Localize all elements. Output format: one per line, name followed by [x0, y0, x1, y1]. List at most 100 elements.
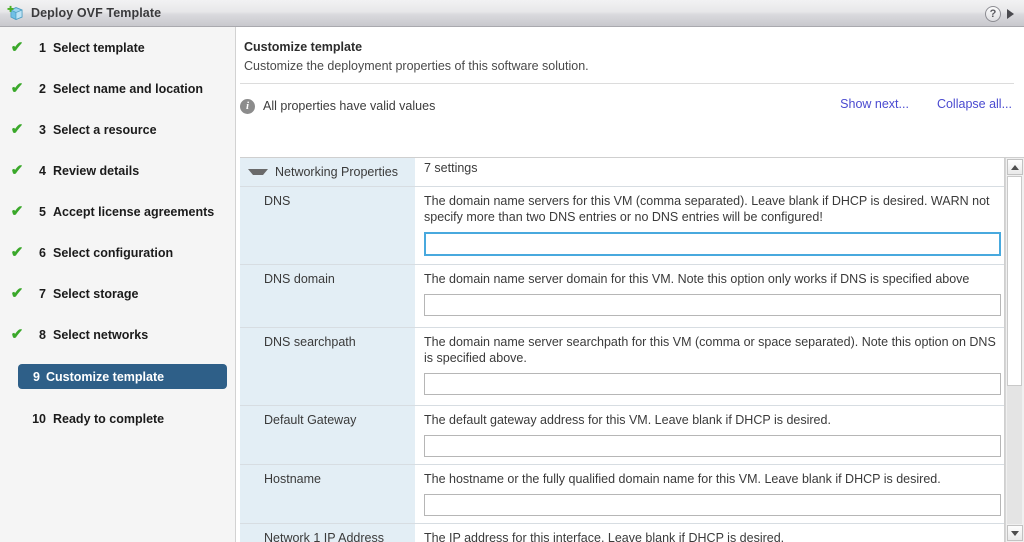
step-number: 8 [39, 327, 46, 342]
status-row: i All properties have valid values Show … [236, 97, 1024, 115]
step-number: 9 [33, 369, 40, 384]
hostname-input[interactable] [424, 494, 1001, 516]
check-icon: ✔ [10, 162, 24, 179]
property-label: Hostname [264, 472, 321, 486]
step-label: Select template [53, 40, 145, 55]
collapse-all-link[interactable]: Collapse all... [937, 97, 1012, 111]
property-row-dns-searchpath: DNS searchpath The domain name server se… [240, 328, 1004, 406]
wizard-steps-sidebar: ✔ 1 Select template ✔ 2 Select name and … [0, 27, 236, 542]
property-value-cell: The domain name server searchpath for th… [416, 328, 1004, 405]
ovf-package-icon [7, 5, 24, 22]
property-description: The default gateway address for this VM.… [424, 413, 831, 427]
chevron-down-icon[interactable] [248, 169, 268, 175]
property-value-cell: The IP address for this interface. Leave… [416, 524, 1004, 542]
chevron-right-icon[interactable] [1007, 8, 1014, 19]
step-number: 2 [39, 81, 46, 96]
step-label: Review details [53, 163, 140, 178]
property-value-cell: The domain name server domain for this V… [416, 265, 1004, 327]
property-label-cell: Network 1 IP Address [240, 524, 416, 542]
window-titlebar: Deploy OVF Template ? [0, 0, 1024, 27]
property-description: The hostname or the fully qualified doma… [424, 472, 941, 486]
sidebar-step-5[interactable]: ✔ 5 Accept license agreements [4, 200, 227, 223]
header-links: Show next... Collapse all... [840, 97, 1012, 111]
step-number: 1 [39, 40, 46, 55]
property-description: The domain name server domain for this V… [424, 272, 970, 286]
triangle-up-icon [1011, 164, 1019, 170]
step-number: 3 [39, 122, 46, 137]
step-number: 5 [39, 204, 46, 219]
step-label: Select storage [53, 286, 139, 301]
property-group-count: 7 settings [416, 158, 1004, 186]
property-value-cell: The default gateway address for this VM.… [416, 406, 1004, 464]
step-label: Customize template [46, 369, 165, 384]
sidebar-step-1[interactable]: ✔ 1 Select template [4, 36, 227, 59]
scrollbar-thumb[interactable] [1007, 176, 1022, 386]
property-description: The domain name server searchpath for th… [424, 335, 996, 365]
step-number: 10 [32, 411, 46, 426]
property-group-label: Networking Properties [275, 165, 398, 179]
scrollbar-track[interactable] [1007, 176, 1022, 524]
status-message: All properties have valid values [263, 99, 436, 113]
step-label: Select networks [53, 327, 149, 342]
sidebar-step-9-customize-template[interactable]: 9 Customize template [18, 364, 227, 389]
page-subtitle: Customize the deployment properties of t… [244, 59, 589, 73]
properties-grid: Networking Properties 7 settings DNS The… [240, 158, 1005, 542]
titlebar-controls: ? [985, 0, 1020, 27]
check-icon: ✔ [10, 326, 24, 343]
sidebar-step-7[interactable]: ✔ 7 Select storage [4, 282, 227, 305]
property-label-cell: DNS domain [240, 265, 416, 327]
step-number: 7 [39, 286, 46, 301]
step-label: Ready to complete [53, 411, 165, 426]
window-title: Deploy OVF Template [31, 6, 162, 20]
property-value-cell: The domain name servers for this VM (com… [416, 187, 1004, 264]
dns-domain-input[interactable] [424, 294, 1001, 316]
dns-input[interactable] [424, 232, 1001, 256]
triangle-down-icon [1011, 530, 1019, 536]
properties-grid-wrapper: Networking Properties 7 settings DNS The… [240, 157, 1024, 542]
step-label: Select name and location [53, 81, 204, 96]
page-title: Customize template [244, 40, 363, 54]
sidebar-step-6[interactable]: ✔ 6 Select configuration [4, 241, 227, 264]
sidebar-step-3[interactable]: ✔ 3 Select a resource [4, 118, 227, 141]
property-label: Network 1 IP Address [264, 531, 384, 542]
property-description: The domain name servers for this VM (com… [424, 194, 990, 224]
property-group-label-cell: Networking Properties [240, 158, 416, 186]
property-group-row[interactable]: Networking Properties 7 settings [240, 158, 1004, 187]
sidebar-step-8[interactable]: ✔ 8 Select networks [4, 323, 227, 346]
help-icon[interactable]: ? [985, 5, 1001, 22]
dns-searchpath-input[interactable] [424, 373, 1001, 395]
sidebar-step-2[interactable]: ✔ 2 Select name and location [4, 77, 227, 100]
main-header: Customize template Customize the deploym… [236, 27, 1024, 73]
check-icon: ✔ [10, 80, 24, 97]
step-number: 6 [39, 245, 46, 260]
property-row-dns-domain: DNS domain The domain name server domain… [240, 265, 1004, 328]
property-row-hostname: Hostname The hostname or the fully quali… [240, 465, 1004, 524]
scroll-up-button[interactable] [1007, 159, 1023, 175]
properties-vertical-scrollbar[interactable] [1005, 158, 1024, 542]
check-icon: ✔ [10, 121, 24, 138]
default-gateway-input[interactable] [424, 435, 1001, 457]
step-number: 4 [39, 163, 46, 178]
deploy-ovf-template-window: Deploy OVF Template ? ✔ 1 Select templat… [0, 0, 1024, 542]
property-label-cell: Hostname [240, 465, 416, 523]
property-row-network-1-ip-address: Network 1 IP Address The IP address for … [240, 524, 1004, 542]
show-next-link[interactable]: Show next... [840, 97, 909, 111]
property-row-default-gateway: Default Gateway The default gateway addr… [240, 406, 1004, 465]
header-divider [240, 83, 1014, 84]
property-description: The IP address for this interface. Leave… [424, 531, 785, 542]
property-label: DNS [264, 194, 291, 208]
property-label-cell: DNS [240, 187, 416, 264]
step-label: Select a resource [53, 122, 157, 137]
main-panel: Customize template Customize the deploym… [236, 27, 1024, 542]
check-icon: ✔ [10, 203, 24, 220]
check-icon: ✔ [10, 285, 24, 302]
sidebar-step-4[interactable]: ✔ 4 Review details [4, 159, 227, 182]
check-icon: ✔ [10, 244, 24, 261]
scroll-down-button[interactable] [1007, 525, 1023, 541]
property-label: Default Gateway [264, 413, 357, 427]
wizard-body: ✔ 1 Select template ✔ 2 Select name and … [0, 27, 1024, 542]
step-label: Select configuration [53, 245, 174, 260]
info-icon: i [240, 98, 255, 114]
property-label-cell: Default Gateway [240, 406, 416, 464]
sidebar-step-10[interactable]: 10 Ready to complete [4, 407, 227, 430]
